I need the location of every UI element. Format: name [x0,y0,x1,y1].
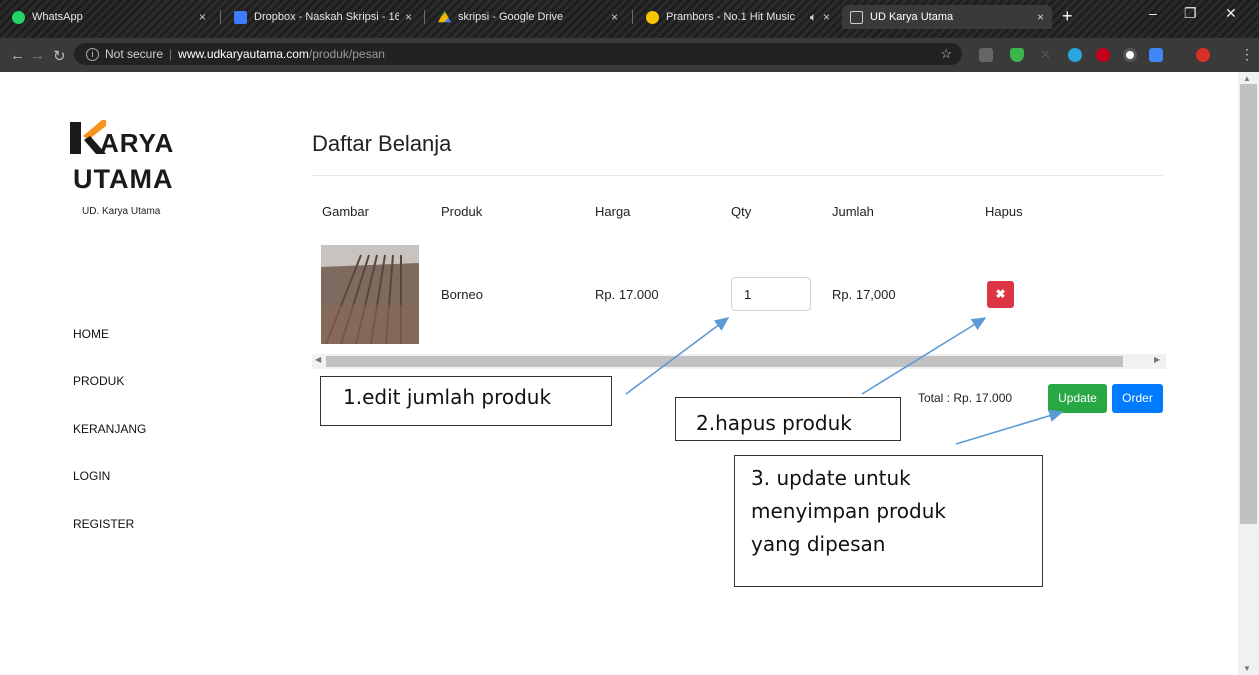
logo-line2: UTAMA [73,164,174,194]
product-name: Borneo [441,287,483,302]
column-header-harga: Harga [595,204,631,219]
column-header-jumlah: Jumlah [832,204,874,219]
column-header-gambar: Gambar [322,204,369,219]
new-tab-button[interactable]: + [1062,6,1073,27]
tab-separator [424,10,425,24]
annotation-text: yang dipesan [751,532,886,556]
google-drive-icon [438,10,451,23]
close-icon[interactable]: × [199,10,206,24]
nav-register[interactable]: REGISTER [73,517,134,531]
page-icon [850,10,863,24]
column-header-qty: Qty [731,204,752,219]
whatsapp-icon [12,10,25,24]
tab-title: skripsi - Google Drive [458,11,564,23]
table-scrollbar-thumb[interactable] [326,356,1123,367]
tab-prambors[interactable]: Prambors - No.1 Hit Music 🔈︎ × [638,5,838,29]
extension-icon[interactable]: ✕ [1040,48,1054,62]
ublock-icon[interactable] [1096,48,1110,62]
page-title: Daftar Belanja [312,131,452,156]
annotation-edit-qty: 1.edit jumlah produk [320,376,612,426]
reload-button[interactable]: ↻ [53,47,66,65]
prambors-icon [646,10,659,24]
translate-icon[interactable] [1149,48,1163,62]
nav-produk[interactable]: PRODUK [73,374,124,388]
annotation-text: 1.edit jumlah produk [343,385,552,409]
scroll-left-arrow[interactable]: ◀ [315,355,321,364]
product-image [321,245,419,344]
tab-dropbox[interactable]: Dropbox - Naskah Skripsi - 16 × [226,5,420,29]
scroll-up-arrow[interactable]: ▲ [1243,74,1251,83]
product-price: Rp. 17.000 [595,287,659,302]
annotation-arrows [625,317,1064,445]
product-amount: Rp. 17,000 [832,287,896,302]
url-divider: | [169,47,173,61]
speaker-icon[interactable]: 🔈︎ [810,10,817,25]
tab-strip: WhatsApp × Dropbox - Naskah Skripsi - 16… [0,0,1259,38]
minimize-button[interactable]: – [1149,5,1157,21]
back-button[interactable]: ← [10,47,25,64]
column-header-produk: Produk [441,204,483,219]
order-button[interactable]: Order [1112,384,1163,413]
annotation-delete: 2.hapus produk [675,397,901,441]
annotation-update: 3. update untuk menyimpan produk yang di… [734,455,1043,587]
tab-title: WhatsApp [32,11,83,23]
dropbox-icon [234,10,247,24]
close-icon: ✖ [995,287,1006,301]
delete-button[interactable]: ✖ [987,281,1014,308]
close-icon[interactable]: × [1037,10,1044,24]
menu-icon[interactable]: ⋮ [1240,46,1254,63]
extension-icon[interactable] [1068,48,1082,62]
avatar[interactable] [1196,48,1210,62]
shield-icon[interactable] [1010,48,1024,62]
maximize-button[interactable]: ❐ [1184,5,1197,22]
nav-login[interactable]: LOGIN [73,469,110,483]
page-scrollbar-thumb[interactable] [1240,84,1257,524]
nav-keranjang[interactable]: KERANJANG [73,422,146,436]
close-icon[interactable]: × [823,10,830,24]
tab-title: Prambors - No.1 Hit Music [666,11,795,23]
window-close-button[interactable]: ✕ [1225,5,1237,22]
security-label: Not secure [105,47,164,61]
logo-subtitle: UD. Karya Utama [82,206,161,217]
bookmark-star-icon[interactable]: ☆ [940,46,952,62]
scroll-down-arrow[interactable]: ▼ [1243,664,1251,673]
tab-whatsapp[interactable]: WhatsApp × [4,5,214,29]
qty-input[interactable] [731,277,811,311]
close-icon[interactable]: × [611,10,618,24]
url-path: /produk/pesan [308,47,385,61]
info-icon[interactable]: i [86,47,99,61]
column-header-hapus: Hapus [985,204,1023,219]
annotation-text: 3. update untuk [751,466,911,490]
extension-icon[interactable] [1123,48,1137,62]
close-icon[interactable]: × [405,10,412,24]
address-bar[interactable]: i Not secure | www.udkaryautama.com /pro… [74,43,962,65]
annotation-text: 2.hapus produk [696,411,852,435]
total-label: Total : Rp. 17.000 [918,391,1013,405]
annotation-text: menyimpan produk [751,499,946,523]
divider [312,175,1163,176]
url-host: www.udkaryautama.com [178,47,309,61]
logo-line1: ARYA [100,128,175,158]
tab-title: UD Karya Utama [870,11,954,23]
tab-ud-karya-utama[interactable]: UD Karya Utama × [842,5,1052,29]
update-button[interactable]: Update [1048,384,1107,413]
forward-button[interactable]: → [30,47,45,64]
tab-separator [220,10,221,24]
nav-home[interactable]: HOME [73,327,109,341]
extension-icon[interactable] [979,48,993,62]
tab-separator [632,10,633,24]
tab-title: Dropbox - Naskah Skripsi - 16 [254,11,399,23]
tab-google-drive[interactable]: skripsi - Google Drive × [430,5,626,29]
scroll-right-arrow[interactable]: ▶ [1154,355,1160,364]
